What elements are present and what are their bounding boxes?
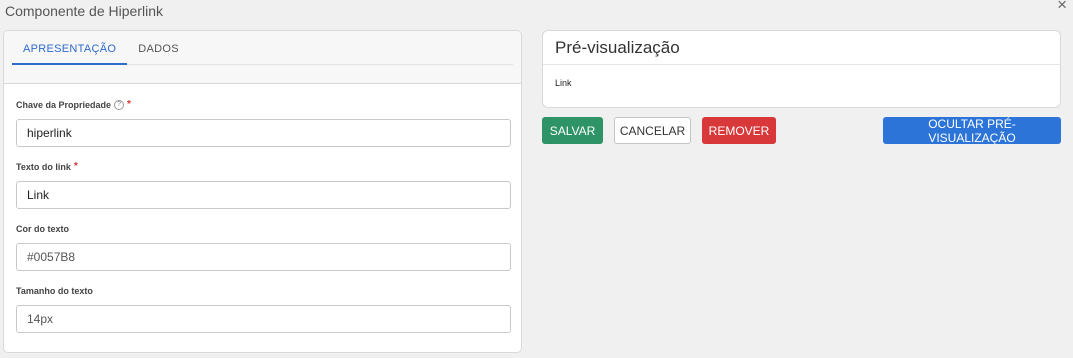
- link-text-input[interactable]: [16, 181, 511, 209]
- help-icon[interactable]: ?: [114, 100, 125, 110]
- tab-bar: APRESENTAÇÃO DADOS: [12, 31, 513, 65]
- text-size-input[interactable]: [16, 305, 511, 333]
- save-button[interactable]: SALVAR: [542, 117, 603, 144]
- cancel-button[interactable]: CANCELAR: [614, 117, 691, 144]
- tab-dados[interactable]: DADOS: [127, 31, 190, 63]
- property-key-input[interactable]: [16, 119, 511, 147]
- link-text-label: Texto do link *: [16, 161, 513, 173]
- tabs-area: APRESENTAÇÃO DADOS: [4, 31, 521, 84]
- dialog-title: Componente de Hiperlink: [5, 3, 163, 19]
- text-size-label: Tamanho do texto: [16, 285, 513, 297]
- remove-button[interactable]: REMOVER: [702, 117, 776, 144]
- text-size-label-text: Tamanho do texto: [16, 286, 93, 296]
- link-text-label-text: Texto do link: [16, 162, 71, 172]
- hide-preview-button[interactable]: OCULTAR PRÉ-VISUALIZAÇÃO: [883, 117, 1061, 145]
- presentation-form: Chave da Propriedade ? * Texto do link *…: [16, 99, 513, 347]
- preview-panel: Pré-visualização Link: [542, 30, 1061, 108]
- preview-title: Pré-visualização: [543, 31, 1060, 65]
- property-key-label-text: Chave da Propriedade: [16, 100, 112, 110]
- text-color-label: Cor do texto: [16, 223, 513, 235]
- required-marker: *: [127, 99, 131, 110]
- text-color-input[interactable]: [16, 243, 511, 271]
- required-marker: *: [73, 161, 78, 172]
- text-color-label-text: Cor do texto: [16, 224, 69, 234]
- preview-link[interactable]: Link: [555, 78, 572, 88]
- properties-panel: APRESENTAÇÃO DADOS Chave da Propriedade …: [3, 30, 522, 353]
- tab-apresentacao[interactable]: APRESENTAÇÃO: [12, 31, 128, 65]
- property-key-label: Chave da Propriedade ? *: [16, 99, 513, 111]
- close-icon[interactable]: ×: [1057, 0, 1067, 14]
